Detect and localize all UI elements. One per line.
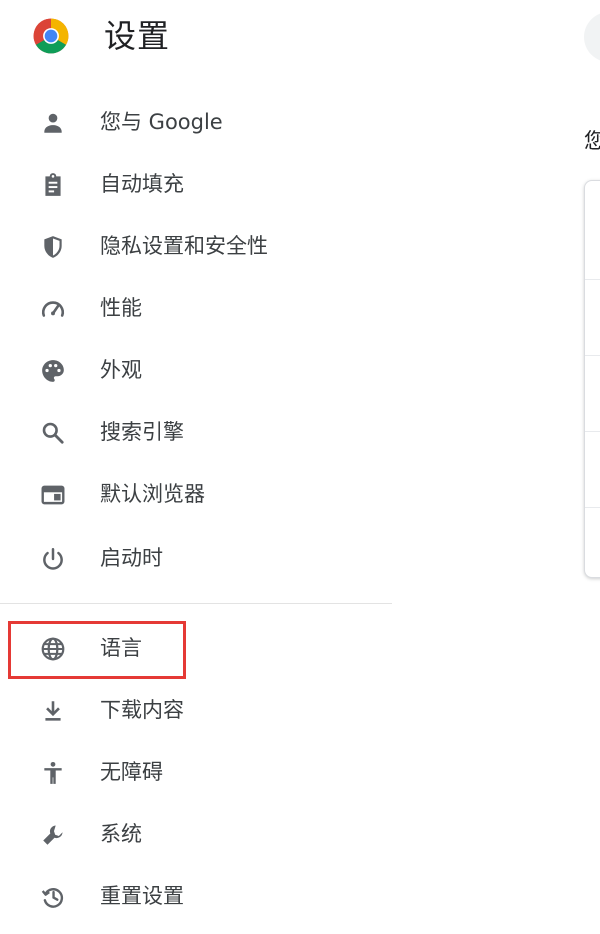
browser-window-icon [40,482,66,508]
sidebar-item-label: 外观 [100,358,142,382]
sidebar-item-accessibility[interactable]: 无障碍 [0,744,392,800]
sidebar-item-appearance[interactable]: 外观 [0,342,392,398]
sidebar: 您与 Google 自动填充 隐私设置和安全性 性能 外观 搜索引擎 默认浏览器… [0,0,392,934]
sidebar-item-label: 无障碍 [100,760,163,784]
wrench-icon [40,822,66,848]
card-divider [585,279,600,280]
sidebar-item-system[interactable]: 系统 [0,806,392,862]
person-icon [40,110,66,136]
sidebar-item-default-browser[interactable]: 默认浏览器 [0,466,392,522]
sidebar-item-label: 自动填充 [100,172,184,196]
sidebar-item-label: 搜索引擎 [100,420,184,444]
clipboard-icon [40,172,66,198]
main-section-heading: 您 [584,129,600,153]
sidebar-item-label: 隐私设置和安全性 [100,234,268,258]
sidebar-item-languages[interactable]: 语言 [0,620,392,676]
history-icon [40,884,66,910]
sidebar-item-autofill[interactable]: 自动填充 [0,156,392,212]
sidebar-item-label: 语言 [100,636,142,660]
sidebar-item-label: 下载内容 [100,698,184,722]
sidebar-item-privacy-security[interactable]: 隐私设置和安全性 [0,218,392,274]
sidebar-item-performance[interactable]: 性能 [0,280,392,336]
speedometer-icon [40,296,66,322]
sidebar-item-label: 您与 Google [100,110,223,134]
card-divider [585,507,600,508]
sidebar-item-label: 系统 [100,822,142,846]
accessibility-icon [40,760,66,786]
palette-icon [40,358,66,384]
sidebar-item-label: 默认浏览器 [100,482,205,506]
download-icon [40,698,66,724]
card-divider [585,355,600,356]
sidebar-item-label: 性能 [100,296,142,320]
sidebar-item-downloads[interactable]: 下载内容 [0,682,392,738]
sidebar-item-search-engine[interactable]: 搜索引擎 [0,404,392,460]
globe-icon [40,636,66,662]
sidebar-item-you-and-google[interactable]: 您与 Google [0,94,392,150]
main-settings-card [584,180,600,578]
search-icon [40,420,66,446]
card-divider [585,431,600,432]
settings-page: 设置 您与 Google 自动填充 隐私设置和安全性 性能 外观 搜索引擎 默认… [0,0,600,934]
sidebar-item-reset-settings[interactable]: 重置设置 [0,868,392,924]
sidebar-item-label: 启动时 [100,546,163,570]
sidebar-item-label: 重置设置 [100,884,184,908]
shield-icon [40,234,66,260]
search-field[interactable] [584,12,600,62]
power-icon [40,546,66,572]
sidebar-divider [0,603,392,604]
sidebar-item-on-startup[interactable]: 启动时 [0,530,392,586]
